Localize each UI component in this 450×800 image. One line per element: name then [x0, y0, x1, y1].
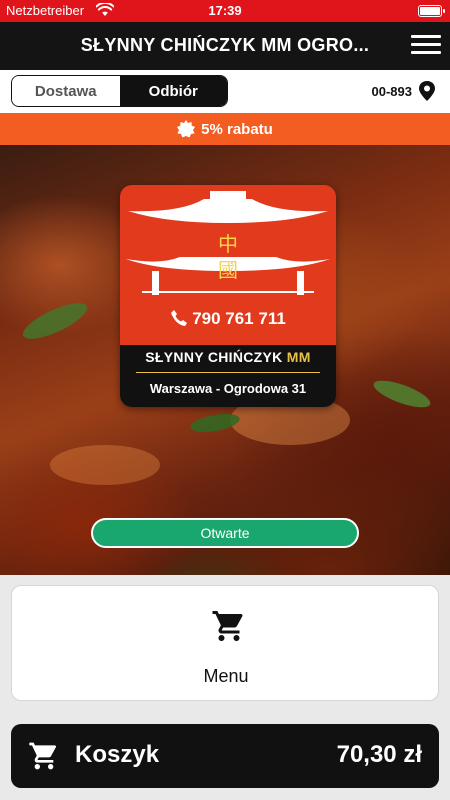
- logo-chinese-characters: 中國: [218, 232, 238, 282]
- order-mode-row: Dostawa Odbiór 00-893: [0, 70, 450, 113]
- cart-icon: [29, 742, 57, 770]
- logo-divider: [136, 372, 320, 373]
- restaurant-logo: 中國 790 761 711 SŁYNNY CHIŃCZYK MM Warsza…: [120, 185, 336, 407]
- restaurant-name-mark: MM: [286, 349, 311, 365]
- open-status-badge: Otwarte: [91, 518, 359, 548]
- cart-label: Koszyk: [75, 741, 160, 768]
- battery-icon: [418, 5, 445, 17]
- delivery-option[interactable]: Dostawa: [12, 76, 120, 106]
- hamburger-menu-icon[interactable]: [411, 33, 441, 57]
- status-bar: Netzbetreiber 17:39: [0, 0, 450, 22]
- location-pin-icon[interactable]: [418, 81, 436, 101]
- page-title: SŁYNNY CHIŃCZYK MM OGRO...: [80, 35, 370, 55]
- postcode-label[interactable]: 00-893: [372, 84, 412, 99]
- restaurant-name-text: SŁYNNY CHIŃCZYK: [145, 349, 283, 365]
- app-header: SŁYNNY CHIŃCZYK MM OGRO...: [0, 22, 450, 70]
- phone-icon: [171, 310, 188, 326]
- phone-number: 790 761 711: [192, 309, 286, 328]
- cart-button[interactable]: Koszyk 70,30 zł: [11, 724, 439, 788]
- pickup-option[interactable]: Odbiór: [119, 76, 227, 106]
- menu-label: Menu: [203, 666, 249, 686]
- cart-total: 70,30 zł: [336, 741, 422, 768]
- shopping-cart-icon: [212, 611, 243, 641]
- restaurant-name: SŁYNNY CHIŃCZYK MM: [120, 349, 336, 365]
- discount-badge-icon: [177, 120, 196, 138]
- restaurant-phone[interactable]: 790 761 711: [120, 309, 336, 329]
- discount-banner: 5% rabatu: [0, 113, 450, 145]
- restaurant-address: Warszawa - Ogrodowa 31: [149, 381, 307, 396]
- menu-button[interactable]: Menu: [11, 585, 439, 701]
- hero-food-image: 中國 790 761 711 SŁYNNY CHIŃCZYK MM Warsza…: [0, 145, 450, 575]
- discount-text: 5% rabatu: [201, 120, 273, 138]
- order-mode-toggle: Dostawa Odbiór: [11, 75, 228, 107]
- clock: 17:39: [208, 3, 242, 18]
